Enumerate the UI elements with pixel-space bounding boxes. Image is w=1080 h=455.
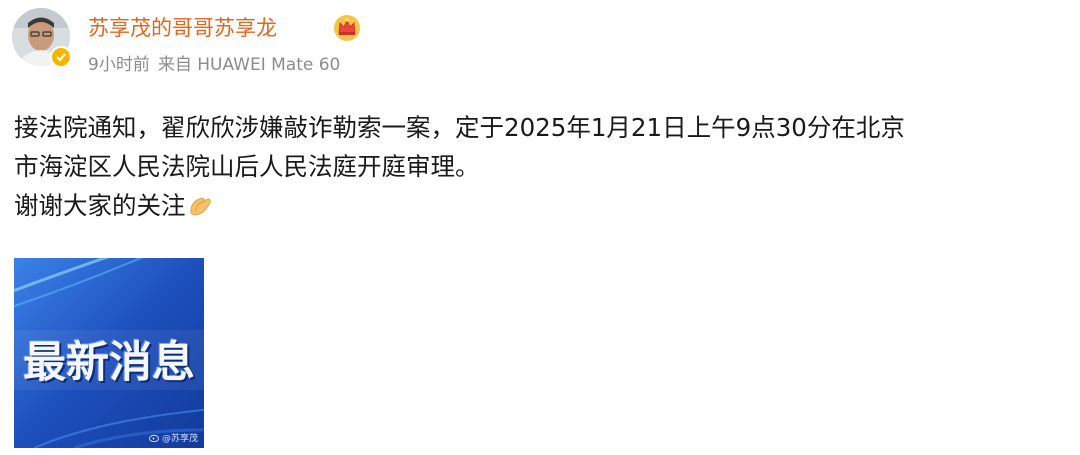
watermark-text: @苏享茂: [161, 434, 198, 444]
weibo-logo-icon: [148, 434, 159, 442]
post-content: 接法院通知，翟欣欣涉嫌敲诈勒索一案，定于2025年1月21日上午9点30分在北京…: [14, 108, 1064, 225]
post-image[interactable]: 最新消息 @苏享茂: [14, 258, 204, 448]
clapping-hands-icon: [189, 197, 211, 216]
crown-icon[interactable]: [332, 12, 362, 42]
post-meta: 9小时前 来自 HUAWEI Mate 60: [88, 50, 340, 75]
post-header: 苏享茂的哥哥苏享龙 9小时前 来自 HUAWEI Mate 60: [12, 8, 1062, 75]
content-line: 接法院通知，翟欣欣涉嫌敲诈勒索一案，定于2025年1月21日上午9点30分在北京: [14, 113, 905, 142]
post-source[interactable]: 来自 HUAWEI Mate 60: [158, 55, 341, 75]
content-line: 谢谢大家的关注: [14, 186, 1064, 225]
verified-icon: [50, 46, 72, 68]
content-line-text: 谢谢大家的关注: [14, 191, 186, 220]
avatar[interactable]: [12, 8, 72, 68]
author-name[interactable]: 苏享茂的哥哥苏享龙: [88, 12, 277, 42]
content-line: 市海淀区人民法院山后人民法庭开庭审理。: [14, 152, 480, 181]
image-watermark: @苏享茂: [148, 431, 198, 444]
image-headline: 最新消息: [23, 338, 195, 388]
post-time: 9小时前: [88, 55, 150, 75]
